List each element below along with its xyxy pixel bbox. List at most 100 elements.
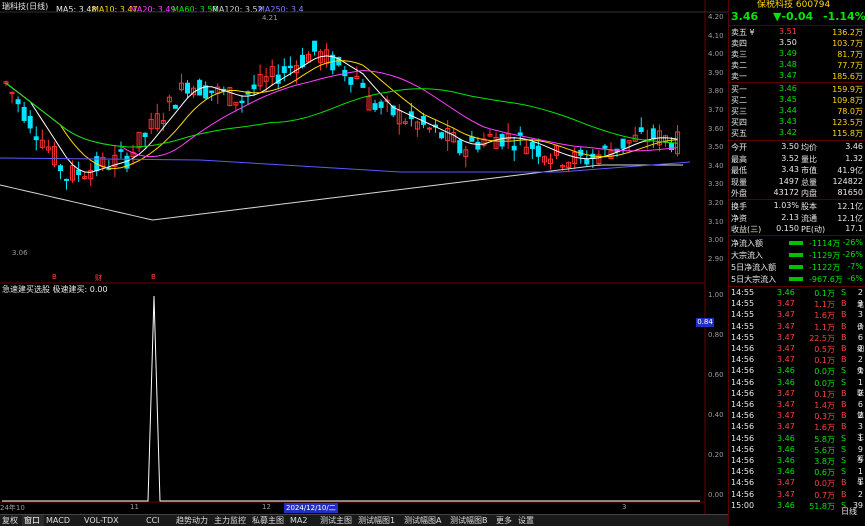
ask-row-3: 卖二 3.48 77.7万 [731, 60, 863, 71]
flow-row-2: 5日净流入额 -1122万 -7% [731, 262, 863, 273]
tab-2[interactable]: MACD [44, 515, 82, 526]
tick-price: 3.46 [777, 366, 795, 376]
tab-8[interactable]: MA2 [288, 515, 318, 526]
tab-4[interactable]: CCI [144, 515, 174, 526]
tick-row: 14:56 3.46 3.8万 S 5 [731, 456, 863, 467]
tick-time: 14:56 [731, 377, 755, 387]
flow-label: 5日净流入额 [731, 263, 777, 272]
candle [306, 51, 311, 63]
flow-value: -1122万 [809, 263, 841, 272]
tick-side: B [841, 299, 847, 309]
stat-value: 2.13 [781, 212, 799, 222]
bid-price: 3.45 [779, 95, 797, 104]
stat-label: 内盘 [801, 189, 817, 198]
candle [9, 91, 15, 104]
tick-side: S [841, 377, 847, 387]
candle [124, 152, 130, 173]
sub-chart-title: 急速建买选股 极速建买: 0.00 [2, 285, 108, 294]
side-tab-3[interactable]: 势 [857, 366, 865, 376]
stat-row-0: 今开 3.50 均价 3.46 [731, 142, 863, 153]
ask-price: 3.48 [779, 60, 797, 69]
price-tick: 3.10 [708, 217, 724, 226]
candle [130, 144, 136, 165]
flow-label: 净流入额 [731, 239, 763, 248]
tick-row: 14:56 3.46 5.6万 S 9 [731, 445, 863, 456]
tab-7[interactable]: 私募主图 [250, 515, 288, 526]
ask-row-1: 卖四 3.50 103.7万 [731, 38, 863, 49]
stat-label: 今开 [731, 143, 747, 152]
tab-6[interactable]: 主力监控 [212, 515, 250, 526]
tick-row: 14:56 3.47 1.4万 B 6 [731, 400, 863, 411]
candle [142, 132, 148, 148]
tick-count: 2 [857, 288, 863, 297]
side-tab-0[interactable]: 笔 [857, 300, 865, 310]
tick-price: 3.46 [777, 500, 795, 510]
flow-label: 5日大宗流入 [731, 275, 777, 284]
tab-10[interactable]: 测试幅图1 [356, 515, 402, 526]
tab-0[interactable]: 复权 [0, 515, 22, 526]
candle [112, 145, 118, 178]
tab-5[interactable]: 趋势动力 [174, 515, 212, 526]
ask-volume: 103.7万 [832, 39, 863, 48]
candle [632, 126, 638, 143]
ask-price: 3.51 [779, 27, 797, 36]
price-tick: 3.40 [708, 161, 724, 170]
price-tick: 3.60 [708, 124, 724, 133]
stat-value: 0.150 [776, 224, 799, 233]
bid-row-3: 买四 3.43 123.5万 [731, 117, 863, 128]
tick-side: B [841, 332, 847, 342]
tick-row: 14:56 3.46 5.8万 S 1 [731, 434, 863, 445]
stat-label: PE(动) [801, 225, 826, 234]
tab-3[interactable]: VOL-TDX [82, 515, 144, 526]
tick-count: 2 [857, 489, 863, 499]
tick-row: 14:56 3.46 0.0万 S 1 [731, 378, 863, 389]
tab-13[interactable]: 更多 [494, 515, 516, 526]
side-tab-1[interactable]: 价 [857, 322, 865, 332]
candle [203, 81, 209, 100]
side-tab-7[interactable]: 筹 [857, 454, 865, 464]
tick-side: S [841, 456, 847, 465]
tick-price: 3.47 [777, 344, 795, 353]
tick-time: 15:00 [731, 500, 755, 510]
kline-chart[interactable] [0, 0, 728, 525]
tick-volume: 0.3万 [814, 412, 835, 422]
chart-area[interactable]: 瑞科技(日线) MA5: 3.48 MA10: 3.47 MA20: 3.49 … [0, 0, 728, 525]
price-tick: 3.20 [708, 199, 724, 207]
tick-time: 14:55 [731, 299, 755, 309]
stat-row-3: 现量 1497 总量 124822 [731, 177, 863, 188]
tick-time: 14:55 [731, 332, 755, 342]
tick-volume: 0.1万 [814, 289, 835, 298]
candle [275, 64, 281, 90]
stat-label: 股本 [801, 202, 817, 211]
tab-1[interactable]: 窗口 [22, 515, 44, 526]
side-tab-5[interactable]: 值 [857, 410, 865, 420]
tick-volume: 22.5万 [809, 333, 835, 343]
stock-name-code: 保税科技 600794 [757, 0, 831, 10]
tick-count: 3 [857, 310, 863, 320]
bid-price: 3.43 [779, 117, 797, 126]
tab-11[interactable]: 测试幅图A [402, 515, 448, 526]
bid-row-1: 买二 3.45 109.8万 [731, 95, 863, 106]
candle [566, 161, 572, 173]
tab-9[interactable]: 测试主图 [318, 515, 356, 526]
ask-price: 3.49 [779, 49, 797, 58]
tab-14[interactable]: 设置 [516, 515, 538, 526]
low-label: 3.06 [12, 249, 28, 257]
ask-volume: 185.6万 [832, 72, 863, 81]
candle [27, 110, 33, 134]
flow-row-1: 大宗流入 -1129万 -26% [731, 250, 863, 261]
side-tab-2[interactable]: 细 [857, 344, 865, 354]
stat-label: 市值 [801, 166, 817, 175]
side-tab-4[interactable]: 联 [857, 388, 865, 398]
ma60-line [5, 82, 678, 148]
tick-row: 14:55 3.46 0.1万 S 2 [731, 288, 863, 299]
side-tab-6[interactable]: 主 [857, 432, 865, 442]
tick-price: 3.46 [777, 433, 795, 443]
tab-12[interactable]: 测试幅图B [448, 515, 494, 526]
candle [166, 94, 172, 112]
tick-count: 1 [857, 467, 863, 477]
bid-label: 买五 [731, 129, 747, 138]
stat-value: 41.9亿 [837, 166, 863, 175]
tick-side: B [841, 355, 847, 365]
side-tab-8[interactable]: 星 [857, 476, 865, 486]
